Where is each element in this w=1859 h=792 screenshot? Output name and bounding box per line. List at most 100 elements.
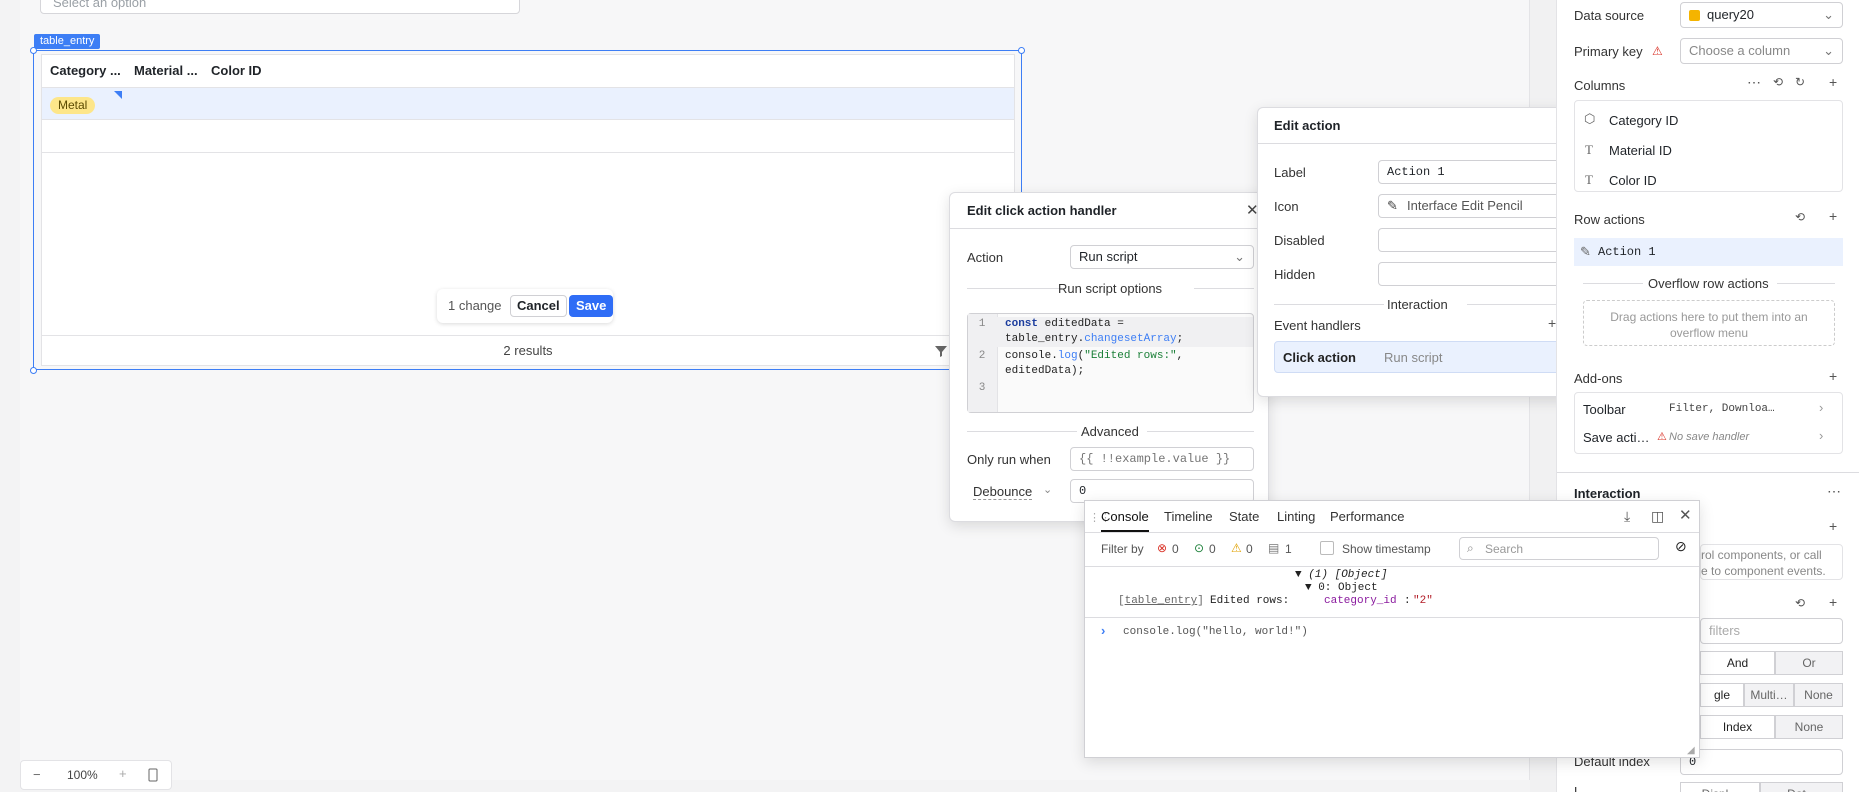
message-icon[interactable]: ▤	[1268, 541, 1279, 555]
download-icon[interactable]: ⤓	[1624, 508, 1630, 525]
query-icon	[1689, 10, 1700, 21]
filters-input[interactable]: filters	[1700, 618, 1843, 644]
more-icon[interactable]: ⋯	[1747, 74, 1761, 91]
debounce-label[interactable]: Debounce	[973, 484, 1033, 500]
tab-timeline[interactable]: Timeline	[1164, 509, 1213, 524]
close-icon[interactable]: ✕	[1679, 506, 1692, 524]
code-line[interactable]: 3	[968, 381, 1253, 396]
column-item[interactable]: Category ID	[1609, 113, 1678, 128]
primary-key-select[interactable]: Choose a column ⌄	[1680, 38, 1843, 64]
column-header[interactable]: Category ...	[50, 55, 121, 87]
divider	[1147, 431, 1254, 432]
object-item[interactable]: ▼ 0: Object	[1305, 582, 1378, 594]
save-actions-addon[interactable]: Save acti…	[1583, 430, 1649, 445]
console-input[interactable]: console.log("hello, world!")	[1123, 626, 1308, 638]
code-line[interactable]: table_entry.changesetArray;	[968, 332, 1253, 347]
and-toggle[interactable]: And	[1700, 651, 1775, 675]
action-select[interactable]: Run script ⌄	[1070, 245, 1254, 269]
table-row[interactable]	[42, 120, 1014, 153]
zoom-in-button[interactable]: +	[119, 766, 127, 781]
timestamp-checkbox[interactable]	[1320, 541, 1334, 555]
event-handler-row[interactable]: Click action Run script	[1274, 341, 1562, 373]
code-editor[interactable]: 1 const editedData = table_entry.changeset…	[967, 313, 1254, 413]
code-line[interactable]: editedData);	[968, 364, 1253, 379]
error-icon[interactable]: ⊗	[1157, 541, 1167, 555]
resize-handle[interactable]	[1018, 47, 1025, 54]
single-select-toggle[interactable]: gle	[1700, 683, 1744, 707]
console-search[interactable]: ⌕ Search	[1459, 537, 1659, 560]
log-entry[interactable]: ▼ (1) [Object] ▼ 0: Object [table_entry]…	[1085, 567, 1699, 617]
chevron-right-icon: ›	[1819, 400, 1824, 415]
zoom-level[interactable]: 100%	[67, 768, 98, 782]
default-index-input[interactable]: 0	[1680, 749, 1843, 775]
refresh-icon[interactable]: ↻	[1795, 75, 1805, 89]
columns-heading: Columns	[1574, 78, 1626, 93]
debug-console: ⋮⋮ Console Timeline State Linting Perfor…	[1084, 500, 1700, 758]
add-icon[interactable]: +	[1829, 74, 1837, 90]
warning-icon[interactable]: ⚠	[1231, 541, 1242, 555]
object-summary[interactable]: ▼ (1) [Object]	[1295, 569, 1387, 581]
tab-performance[interactable]: Performance	[1330, 509, 1404, 524]
row-action-item[interactable]: ✎ Action 1	[1574, 238, 1843, 266]
index-toggle[interactable]: Index	[1700, 715, 1775, 739]
divider	[967, 288, 1062, 289]
log-source[interactable]: [table_entry]	[1118, 595, 1204, 607]
disabled-input[interactable]	[1378, 228, 1562, 252]
prompt-icon: ›	[1101, 623, 1106, 638]
code-line[interactable]: 1 const editedData =	[968, 317, 1253, 332]
icon-picker[interactable]: ✎ Interface Edit Pencil	[1378, 194, 1562, 218]
object-value: "2"	[1413, 595, 1433, 607]
save-button[interactable]: Save	[569, 295, 614, 317]
tab-console[interactable]: Console	[1101, 509, 1149, 532]
column-header[interactable]: Material ...	[134, 55, 198, 87]
component-label[interactable]: table_entry	[34, 34, 101, 49]
none-select-toggle[interactable]: None	[1794, 683, 1843, 707]
sync-icon[interactable]: ⟲	[1795, 210, 1805, 224]
clear-console-icon[interactable]: ⊘	[1675, 538, 1687, 555]
label-input[interactable]: Action 1	[1378, 160, 1562, 184]
table-row[interactable]: Metal	[42, 87, 1014, 120]
success-icon[interactable]: ⊙	[1194, 541, 1204, 555]
cancel-button[interactable]: Cancel	[510, 295, 567, 317]
toolbar-value: Filter, Downloa…	[1669, 403, 1775, 415]
tab-state[interactable]: State	[1229, 509, 1259, 524]
dock-icon[interactable]: ◫	[1651, 508, 1664, 525]
script-options-heading: Run script options	[1058, 281, 1163, 296]
none-toggle[interactable]: None	[1775, 715, 1843, 739]
toolbar-addon[interactable]: Toolbar	[1583, 402, 1626, 417]
divider	[1467, 304, 1562, 305]
column-item[interactable]: Color ID	[1609, 173, 1657, 188]
filter-icon[interactable]	[934, 344, 948, 358]
more-icon[interactable]: ⋯	[1827, 483, 1841, 500]
column-item[interactable]: Material ID	[1609, 143, 1672, 158]
add-icon[interactable]: +	[1829, 208, 1837, 224]
panel-title: Edit action	[1274, 118, 1341, 133]
hidden-input[interactable]	[1378, 262, 1562, 286]
mobile-view-icon[interactable]	[147, 768, 159, 782]
data-toggle[interactable]: Dat...	[1760, 782, 1843, 792]
only-run-when-input[interactable]	[1070, 447, 1254, 471]
click-handler-panel: Edit click action handler ✕ Action Run s…	[949, 192, 1269, 522]
resize-grip-icon[interactable]: ◢	[1687, 745, 1695, 756]
tab-linting[interactable]: Linting	[1277, 509, 1315, 524]
column-header[interactable]: Color ID	[211, 55, 262, 87]
sync-columns-icon[interactable]: ⟲	[1773, 75, 1783, 89]
select-input[interactable]: Select an option	[40, 0, 520, 14]
multi-select-toggle[interactable]: Multi…	[1744, 683, 1794, 707]
display-toggle[interactable]: Displ...	[1680, 782, 1760, 792]
add-icon[interactable]: +	[1548, 315, 1556, 331]
overflow-drop-zone[interactable]: Drag actions here to put them into an ov…	[1583, 300, 1835, 346]
data-source-select[interactable]: query20 ⌄	[1680, 2, 1843, 28]
code-line[interactable]: 2 console.log("Edited rows:",	[968, 349, 1253, 364]
or-toggle[interactable]: Or	[1775, 651, 1843, 675]
zoom-out-button[interactable]: −	[33, 767, 41, 782]
only-run-when-label: Only run when	[967, 452, 1051, 467]
save-actions-value: No save handler	[1669, 431, 1750, 443]
resize-handle[interactable]	[30, 367, 37, 374]
add-icon[interactable]: +	[1829, 518, 1837, 534]
row-action-label: Action 1	[1598, 245, 1656, 259]
sync-icon[interactable]: ⟲	[1795, 596, 1805, 610]
resize-handle[interactable]	[30, 47, 37, 54]
add-icon[interactable]: +	[1829, 368, 1837, 384]
add-icon[interactable]: +	[1829, 594, 1837, 610]
